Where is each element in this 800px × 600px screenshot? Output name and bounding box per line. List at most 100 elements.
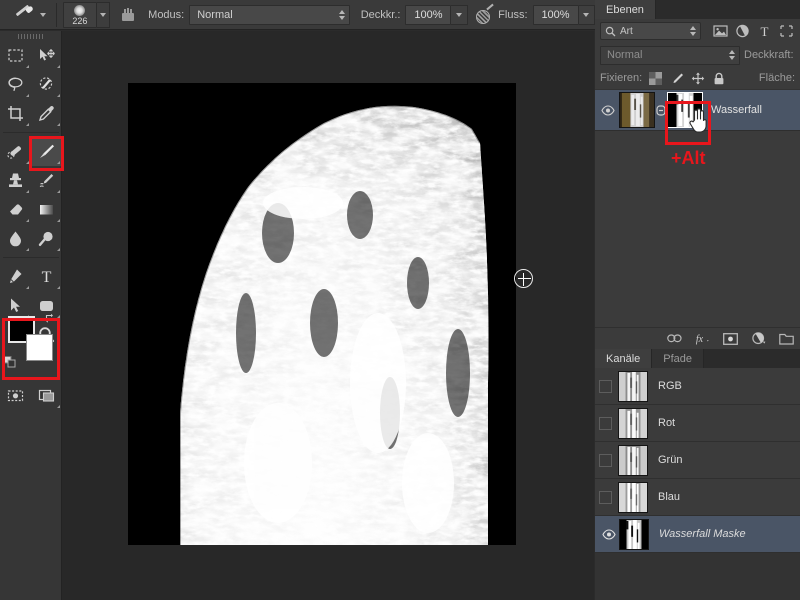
default-colors-icon[interactable] xyxy=(4,356,16,368)
history-brush-tool[interactable] xyxy=(31,166,62,195)
image-filter-icon[interactable] xyxy=(713,23,729,40)
alt-annotation-label: +Alt xyxy=(671,148,706,168)
chevron-down-icon xyxy=(583,12,590,17)
history-brush-icon xyxy=(37,171,56,190)
spot-healing-brush-tool[interactable] xyxy=(0,137,31,166)
channel-row-rot[interactable]: Rot xyxy=(595,405,800,442)
channel-row-wasserfall-maske[interactable]: Wasserfall Maske xyxy=(595,516,800,553)
tab-label: Kanäle xyxy=(606,352,641,365)
channel-name: Blau xyxy=(658,491,681,503)
change-screen-mode[interactable] xyxy=(31,381,62,410)
channel-visibility-toggle[interactable] xyxy=(599,453,612,467)
brush-panel-icon[interactable] xyxy=(117,3,139,27)
tab-ebenen[interactable]: Ebenen xyxy=(595,0,656,19)
lock-all-icon[interactable] xyxy=(711,71,726,86)
tab-label: Ebenen xyxy=(606,3,644,16)
mode-label: Modus: xyxy=(148,8,185,21)
new-adjustment-layer-icon[interactable] xyxy=(751,331,766,346)
channel-row-rgb[interactable]: RGB xyxy=(595,368,800,405)
channel-visibility-toggle[interactable] xyxy=(599,379,612,393)
type-tool[interactable]: T xyxy=(31,262,62,291)
brush-preset-dropdown[interactable] xyxy=(96,1,110,28)
edit-in-quick-mask-mode[interactable] xyxy=(0,381,31,410)
brush-tip-preview xyxy=(74,4,86,16)
drag-grip-icon[interactable] xyxy=(0,31,61,41)
channel-thumbnail xyxy=(619,518,649,550)
channel-thumbnail xyxy=(618,444,648,476)
svg-text:T: T xyxy=(42,269,52,286)
tool-group-modes xyxy=(0,381,62,410)
chevron-down-icon xyxy=(456,12,463,17)
background-color-swatch[interactable] xyxy=(26,334,53,361)
brush-tool[interactable] xyxy=(31,137,62,166)
text-filter-icon[interactable]: T xyxy=(757,23,773,40)
eyedropper-icon xyxy=(37,104,56,123)
dodge-tool[interactable] xyxy=(31,224,62,253)
lock-transparency-icon[interactable] xyxy=(648,71,663,86)
tab-pfade[interactable]: Pfade xyxy=(652,349,705,368)
rectangular-marquee-tool[interactable] xyxy=(0,41,31,70)
document-canvas-area[interactable] xyxy=(62,31,594,600)
airbrush-icon[interactable] xyxy=(474,5,492,25)
channels-panel: RGB Rot Grün Blau Wasserfall Maske xyxy=(595,368,800,553)
active-tool-preview[interactable] xyxy=(0,6,50,24)
crop-tool[interactable] xyxy=(0,99,31,128)
gradient-tool[interactable] xyxy=(31,195,62,224)
link-layers-icon[interactable] xyxy=(667,331,682,346)
channel-name: Rot xyxy=(658,417,676,429)
layer-filter-row: Art T xyxy=(595,19,800,43)
shape-filter-icon[interactable] xyxy=(779,23,795,40)
blur-tool[interactable] xyxy=(0,224,31,253)
layers-panel-tabs: Ebenen xyxy=(595,0,800,19)
brush-size-preview[interactable]: 226 xyxy=(62,1,97,28)
layer-filter-kind-select[interactable]: Art xyxy=(600,22,701,40)
eraser-tool[interactable] xyxy=(0,195,31,224)
healing-brush-icon xyxy=(6,142,25,161)
add-layer-mask-icon[interactable] xyxy=(723,331,738,346)
flow-dropdown[interactable] xyxy=(578,4,595,25)
layer-style-fx-icon[interactable]: fx xyxy=(695,331,710,346)
tab-kanaele[interactable]: Kanäle xyxy=(595,349,653,368)
layer-thumbnail[interactable] xyxy=(619,92,655,128)
eye-icon[interactable] xyxy=(597,91,619,129)
adjustment-filter-icon[interactable] xyxy=(735,23,751,40)
layer-blend-mode-value: Normal xyxy=(607,49,643,61)
channel-row-gruen[interactable]: Grün xyxy=(595,442,800,479)
channel-name: RGB xyxy=(658,380,682,392)
document-image[interactable] xyxy=(128,83,516,545)
layer-opacity-label: Deckkraft: xyxy=(744,49,794,61)
new-group-icon[interactable] xyxy=(779,331,794,346)
pen-tool[interactable] xyxy=(0,262,31,291)
chevron-down-icon[interactable] xyxy=(40,12,46,17)
blur-drop-icon xyxy=(6,229,25,248)
lock-position-icon[interactable] xyxy=(690,71,705,86)
tools-panel: T xyxy=(0,31,62,600)
tool-group-selection xyxy=(0,41,62,128)
flow-input[interactable]: 100% xyxy=(532,4,579,25)
channel-visibility-toggle[interactable] xyxy=(599,490,612,504)
layer-lock-row: Fixieren: Fläche: xyxy=(595,67,800,89)
opacity-label: Deckkr.: xyxy=(360,8,401,21)
clone-stamp-tool[interactable] xyxy=(0,166,31,195)
opacity-dropdown[interactable] xyxy=(451,4,468,25)
channel-row-blau[interactable]: Blau xyxy=(595,479,800,516)
swap-colors-icon[interactable] xyxy=(44,312,56,324)
crop-icon xyxy=(6,104,25,123)
lasso-tool[interactable] xyxy=(0,70,31,99)
opacity-input[interactable]: 100% xyxy=(405,4,452,25)
brush-preset-picker[interactable]: 226 xyxy=(62,1,110,28)
quick-selection-tool[interactable] xyxy=(31,70,62,99)
channel-visibility-toggle[interactable] xyxy=(599,416,612,430)
layers-panel: Art T Normal Deckkraft: Fixieren: Fläche… xyxy=(595,19,800,349)
eye-icon[interactable] xyxy=(599,528,618,540)
lock-image-icon[interactable] xyxy=(669,71,684,86)
eyedropper-tool[interactable] xyxy=(31,99,62,128)
tool-options-bar: 226 Modus: Normal Deckkr.: 100% Fluss: 1… xyxy=(0,0,595,30)
brush-icon xyxy=(12,6,34,24)
move-tool[interactable] xyxy=(31,41,62,70)
layer-blend-mode-select[interactable]: Normal xyxy=(600,45,740,65)
eraser-icon xyxy=(6,200,25,219)
link-icon[interactable] xyxy=(655,104,667,116)
blend-mode-select[interactable]: Normal xyxy=(189,4,350,25)
blend-mode-value: Normal xyxy=(197,8,233,21)
